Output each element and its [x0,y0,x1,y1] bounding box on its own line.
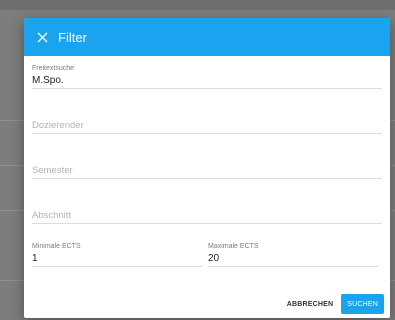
max-ects-field: Maximale ECTS [208,242,378,267]
freitext-field: Freitextsuche [32,64,382,89]
freitext-input[interactable] [32,73,382,88]
search-button[interactable]: SUCHEN [341,294,384,314]
abschnitt-input[interactable] [32,208,382,223]
dialog-header: Filter [24,18,390,56]
abschnitt-field [32,208,382,224]
min-ects-label: Minimale ECTS [32,243,81,250]
semester-input[interactable] [32,163,382,178]
freitext-label: Freitextsuche [32,65,75,72]
background-topbar [0,0,395,10]
filter-dialog: Filter Freitextsuche Minimale ECTS Maxim… [24,18,390,318]
max-ects-label: Maximale ECTS [208,243,259,250]
cancel-button[interactable]: ABBRECHEN [279,294,342,314]
dialog-title: Filter [58,29,87,45]
close-icon[interactable] [34,29,50,45]
min-ects-input[interactable] [32,251,202,266]
dozierender-input[interactable] [32,118,382,133]
min-ects-field: Minimale ECTS [32,242,202,267]
semester-field [32,163,382,179]
dozierender-field [32,118,382,134]
max-ects-input[interactable] [208,251,378,266]
dialog-actions: ABBRECHEN SUCHEN [279,294,384,314]
